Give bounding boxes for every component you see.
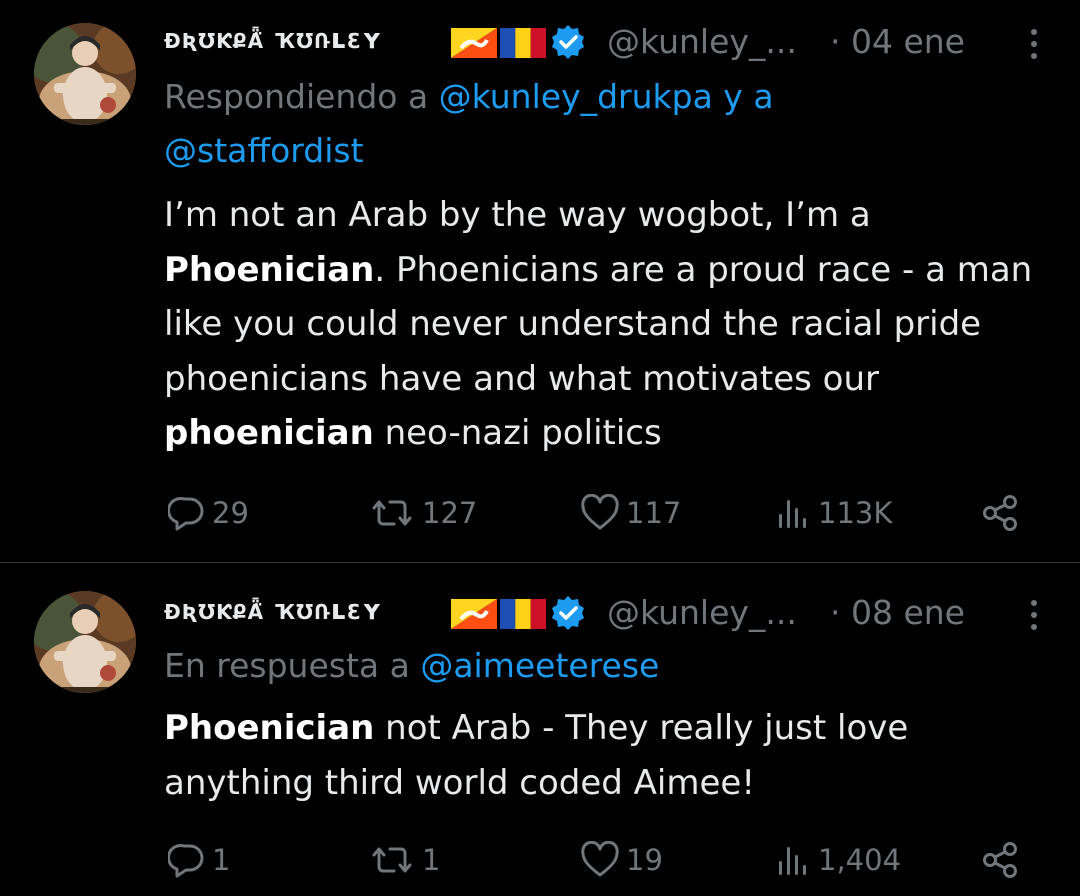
reply-button[interactable]: 1 xyxy=(168,835,230,885)
romania-flag-icon xyxy=(500,599,546,629)
tweet-text-part: neo-nazi politics xyxy=(373,413,662,453)
share-button[interactable] xyxy=(980,488,1020,538)
views-count: 1,404 xyxy=(818,843,902,877)
tweet-date[interactable]: · 04 ene xyxy=(830,22,965,61)
romania-flag-icon xyxy=(500,28,546,58)
tweet-text-part: I’m not an Arab by the way wogbot, I’m a xyxy=(164,195,871,235)
bhutan-flag-icon xyxy=(451,599,497,629)
more-options-icon[interactable] xyxy=(1022,595,1046,635)
heart-icon xyxy=(580,841,620,879)
verified-badge-icon[interactable] xyxy=(550,595,586,631)
reply-join: y a xyxy=(712,77,774,116)
verified-badge-icon[interactable] xyxy=(550,24,586,60)
views-count: 113K xyxy=(818,496,893,530)
mention-link[interactable]: @aimeeterese xyxy=(420,646,659,685)
share-button[interactable] xyxy=(980,835,1020,885)
display-name[interactable]: ɖʀʊƙքǟ̈ ҡʊռʟɛʏ xyxy=(164,22,383,55)
retweet-count: 127 xyxy=(422,496,478,530)
reply-button[interactable]: 29 xyxy=(168,488,249,538)
views-icon xyxy=(776,494,812,532)
reply-context: En respuesta a @aimeeterese xyxy=(164,639,1044,693)
reply-count: 29 xyxy=(212,496,249,530)
retweet-button[interactable]: 127 xyxy=(368,488,477,538)
mention-link[interactable]: @kunley_drukpa xyxy=(439,77,713,116)
tweet-date[interactable]: · 08 ene xyxy=(830,593,965,632)
reply-icon xyxy=(168,841,206,879)
action-bar: 29 127 117 113K xyxy=(0,488,1080,538)
reply-context: Respondiendo a @kunley_drukpa y a @staff… xyxy=(164,70,1044,178)
tweet-text: I’m not an Arab by the way wogbot, I’m a… xyxy=(164,188,1054,461)
tweet[interactable]: ɖʀʊƙքǟ̈ ҡʊռʟɛʏ @kunley_... · 04 ene Resp… xyxy=(0,0,1080,562)
like-button[interactable]: 19 xyxy=(580,835,663,885)
like-count: 19 xyxy=(626,843,663,877)
display-name[interactable]: ɖʀʊƙքǟ̈ ҡʊռʟɛʏ xyxy=(164,593,383,626)
user-handle[interactable]: @kunley_... xyxy=(607,22,797,61)
like-count: 117 xyxy=(626,496,682,530)
views-button[interactable]: 1,404 xyxy=(776,835,901,885)
tweet-header: ɖʀʊƙքǟ̈ ҡʊռʟɛʏ @kunley_... · 08 ene xyxy=(164,587,1044,637)
tweet-header: ɖʀʊƙքǟ̈ ҡʊռʟɛʏ @kunley_... · 04 ene xyxy=(164,16,1044,66)
more-options-icon[interactable] xyxy=(1022,24,1046,64)
bhutan-flag-icon xyxy=(451,28,497,58)
reply-prefix: Respondiendo a xyxy=(164,77,439,116)
reply-icon xyxy=(168,494,206,532)
tweet-text-bold: Phoenician xyxy=(164,708,375,748)
share-icon xyxy=(980,493,1020,533)
tweet-text-bold: phoenician xyxy=(164,413,374,453)
retweet-count: 1 xyxy=(422,843,441,877)
tweet-text-bold: Phoenician xyxy=(164,249,375,290)
retweet-icon xyxy=(368,494,416,532)
views-button[interactable]: 113K xyxy=(776,488,892,538)
reply-prefix: En respuesta a xyxy=(164,646,421,685)
tweet[interactable]: ɖʀʊƙքǟ̈ ҡʊռʟɛʏ @kunley_... · 08 ene En r… xyxy=(0,563,1080,896)
avatar-image xyxy=(34,591,136,693)
avatar[interactable] xyxy=(34,591,136,693)
avatar[interactable] xyxy=(34,23,136,125)
action-bar: 1 1 19 1,404 xyxy=(0,835,1080,885)
retweet-icon xyxy=(368,841,416,879)
tweet-text: Phoenician not Arab - They really just l… xyxy=(164,701,1054,810)
views-icon xyxy=(776,841,812,879)
avatar-image xyxy=(34,23,136,125)
share-icon xyxy=(980,840,1020,880)
retweet-button[interactable]: 1 xyxy=(368,835,440,885)
user-handle[interactable]: @kunley_... xyxy=(607,593,797,632)
mention-link[interactable]: @staffordist xyxy=(164,131,364,170)
heart-icon xyxy=(580,494,620,532)
reply-count: 1 xyxy=(212,843,231,877)
like-button[interactable]: 117 xyxy=(580,488,681,538)
